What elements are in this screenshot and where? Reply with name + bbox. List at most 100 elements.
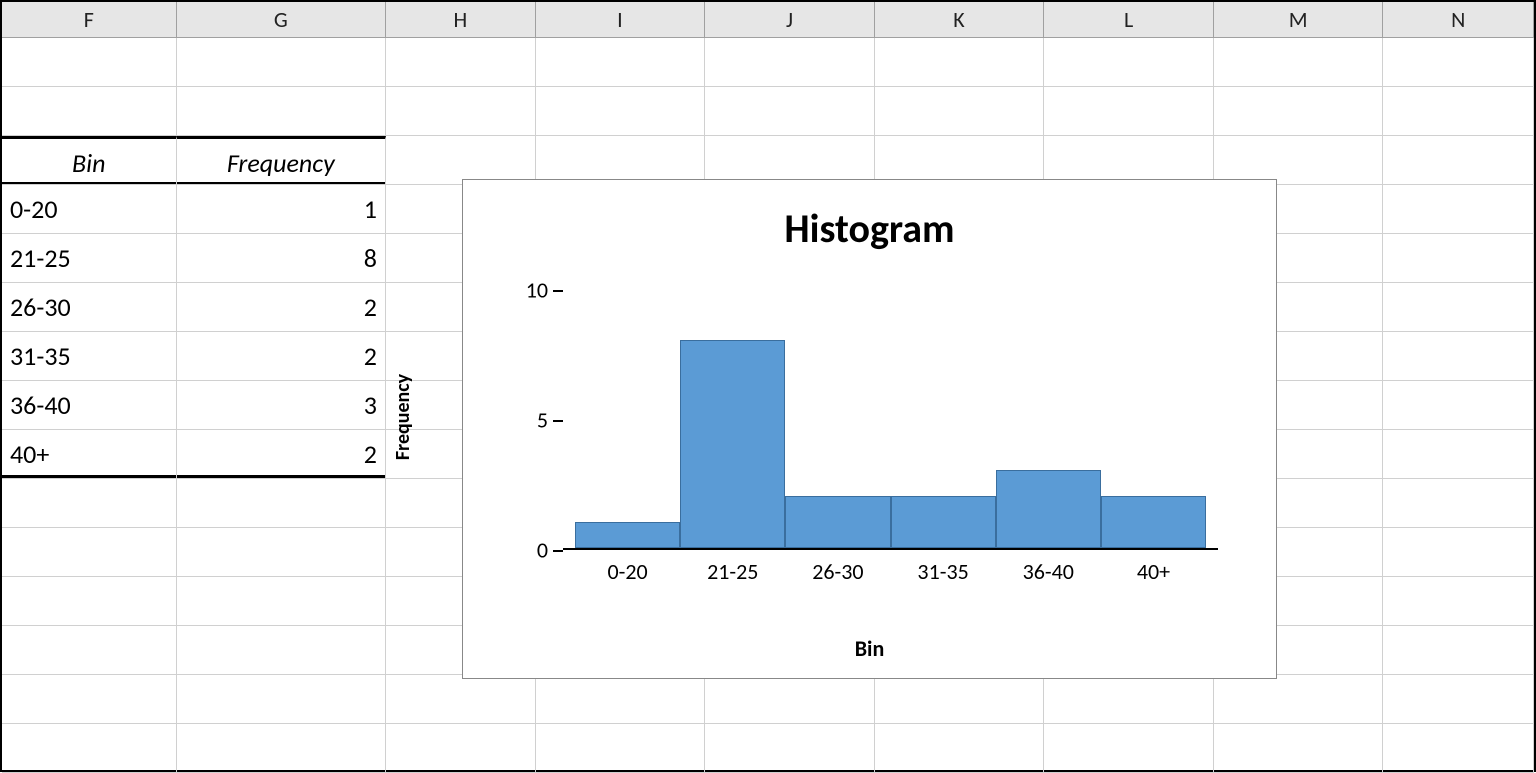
cell[interactable] xyxy=(1214,724,1384,772)
cell-bin[interactable]: 31-35 xyxy=(2,332,177,380)
cell[interactable] xyxy=(1383,430,1534,478)
col-header-J[interactable]: J xyxy=(705,2,875,37)
cell[interactable] xyxy=(177,577,386,625)
cell-bin[interactable]: 0-20 xyxy=(2,185,177,233)
col-header-H[interactable]: H xyxy=(386,2,536,37)
cell-bin[interactable]: 40+ xyxy=(2,430,177,478)
cell[interactable] xyxy=(1383,332,1534,380)
cell[interactable] xyxy=(875,724,1045,772)
cell-freq[interactable]: 2 xyxy=(177,332,386,380)
cell[interactable] xyxy=(1383,87,1534,135)
cell[interactable] xyxy=(1044,38,1214,86)
cell[interactable] xyxy=(1214,38,1384,86)
cell[interactable] xyxy=(1214,675,1384,723)
table-header-freq[interactable]: Frequency xyxy=(177,136,386,184)
cell[interactable] xyxy=(2,675,177,723)
cell[interactable] xyxy=(1383,136,1534,184)
cell[interactable] xyxy=(177,724,386,772)
cell[interactable] xyxy=(386,675,536,723)
cell[interactable] xyxy=(875,87,1045,135)
cell[interactable] xyxy=(386,724,536,772)
col-header-F[interactable]: F xyxy=(2,2,177,37)
cell[interactable] xyxy=(536,675,706,723)
cell[interactable] xyxy=(2,38,177,86)
cell[interactable] xyxy=(2,87,177,135)
cell[interactable] xyxy=(1383,577,1534,625)
cell[interactable] xyxy=(2,724,177,772)
cell[interactable] xyxy=(1383,528,1534,576)
cell-freq[interactable]: 2 xyxy=(177,283,386,331)
chart-bar[interactable] xyxy=(891,496,996,548)
cell[interactable] xyxy=(1214,136,1384,184)
cell-bin[interactable]: 26-30 xyxy=(2,283,177,331)
cell[interactable] xyxy=(536,724,706,772)
col-header-G[interactable]: G xyxy=(177,2,386,37)
cell[interactable] xyxy=(177,87,386,135)
cell-freq[interactable]: 2 xyxy=(177,430,386,478)
col-header-K[interactable]: K xyxy=(875,2,1045,37)
cell[interactable] xyxy=(1044,675,1214,723)
cell[interactable] xyxy=(705,38,875,86)
cell[interactable] xyxy=(177,528,386,576)
cell[interactable] xyxy=(177,38,386,86)
cell[interactable] xyxy=(386,38,536,86)
cell[interactable] xyxy=(1383,724,1534,772)
cell[interactable] xyxy=(1044,724,1214,772)
column-headers: F G H I J K L M N xyxy=(2,2,1534,38)
cell[interactable] xyxy=(177,479,386,527)
cell[interactable] xyxy=(1383,479,1534,527)
col-header-I[interactable]: I xyxy=(536,2,706,37)
cell[interactable] xyxy=(2,626,177,674)
cell[interactable] xyxy=(1044,87,1214,135)
chart-ytick xyxy=(553,290,563,292)
chart-histogram[interactable]: Histogram Frequency 0510 0-2021-2526-303… xyxy=(462,179,1277,679)
chart-axes: 0510 xyxy=(563,290,1218,550)
col-header-L[interactable]: L xyxy=(1044,2,1214,37)
cell[interactable] xyxy=(536,87,706,135)
cell-freq[interactable]: 1 xyxy=(177,185,386,233)
cell[interactable] xyxy=(1044,136,1214,184)
chart-xticks: 0-2021-2526-3031-3536-4040+ xyxy=(563,558,1218,585)
chart-xtick-label: 40+ xyxy=(1101,558,1206,585)
chart-xtick-label: 31-35 xyxy=(891,558,996,585)
cell[interactable] xyxy=(1383,283,1534,331)
cell[interactable] xyxy=(1383,185,1534,233)
cell[interactable] xyxy=(875,675,1045,723)
chart-ytick-label: 5 xyxy=(537,407,548,434)
cell-bin[interactable]: 36-40 xyxy=(2,381,177,429)
cell[interactable] xyxy=(386,136,536,184)
chart-bar[interactable] xyxy=(680,340,785,548)
chart-bar[interactable] xyxy=(785,496,890,548)
cell[interactable] xyxy=(1383,381,1534,429)
table-header-bin[interactable]: Bin xyxy=(2,136,177,184)
col-header-M[interactable]: M xyxy=(1214,2,1384,37)
chart-bar[interactable] xyxy=(575,522,680,548)
cell[interactable] xyxy=(705,136,875,184)
cell[interactable] xyxy=(705,87,875,135)
cell[interactable] xyxy=(2,577,177,625)
cell[interactable] xyxy=(1214,87,1384,135)
cell[interactable] xyxy=(1383,675,1534,723)
cell[interactable] xyxy=(1383,234,1534,282)
col-header-N[interactable]: N xyxy=(1383,2,1534,37)
cell[interactable] xyxy=(536,136,706,184)
chart-bar[interactable] xyxy=(1101,496,1206,548)
cell-freq[interactable]: 3 xyxy=(177,381,386,429)
cell[interactable] xyxy=(536,38,706,86)
chart-bar[interactable] xyxy=(996,470,1101,548)
cell[interactable] xyxy=(1383,626,1534,674)
cell[interactable] xyxy=(1383,38,1534,86)
cell[interactable] xyxy=(875,38,1045,86)
cell-bin[interactable]: 21-25 xyxy=(2,234,177,282)
cell-freq[interactable]: 8 xyxy=(177,234,386,282)
cell[interactable] xyxy=(177,626,386,674)
cell[interactable] xyxy=(177,675,386,723)
row xyxy=(2,38,1534,87)
cell[interactable] xyxy=(2,479,177,527)
row xyxy=(2,87,1534,136)
cell[interactable] xyxy=(705,675,875,723)
cell[interactable] xyxy=(386,87,536,135)
cell[interactable] xyxy=(875,136,1045,184)
cell[interactable] xyxy=(705,724,875,772)
cell[interactable] xyxy=(2,528,177,576)
